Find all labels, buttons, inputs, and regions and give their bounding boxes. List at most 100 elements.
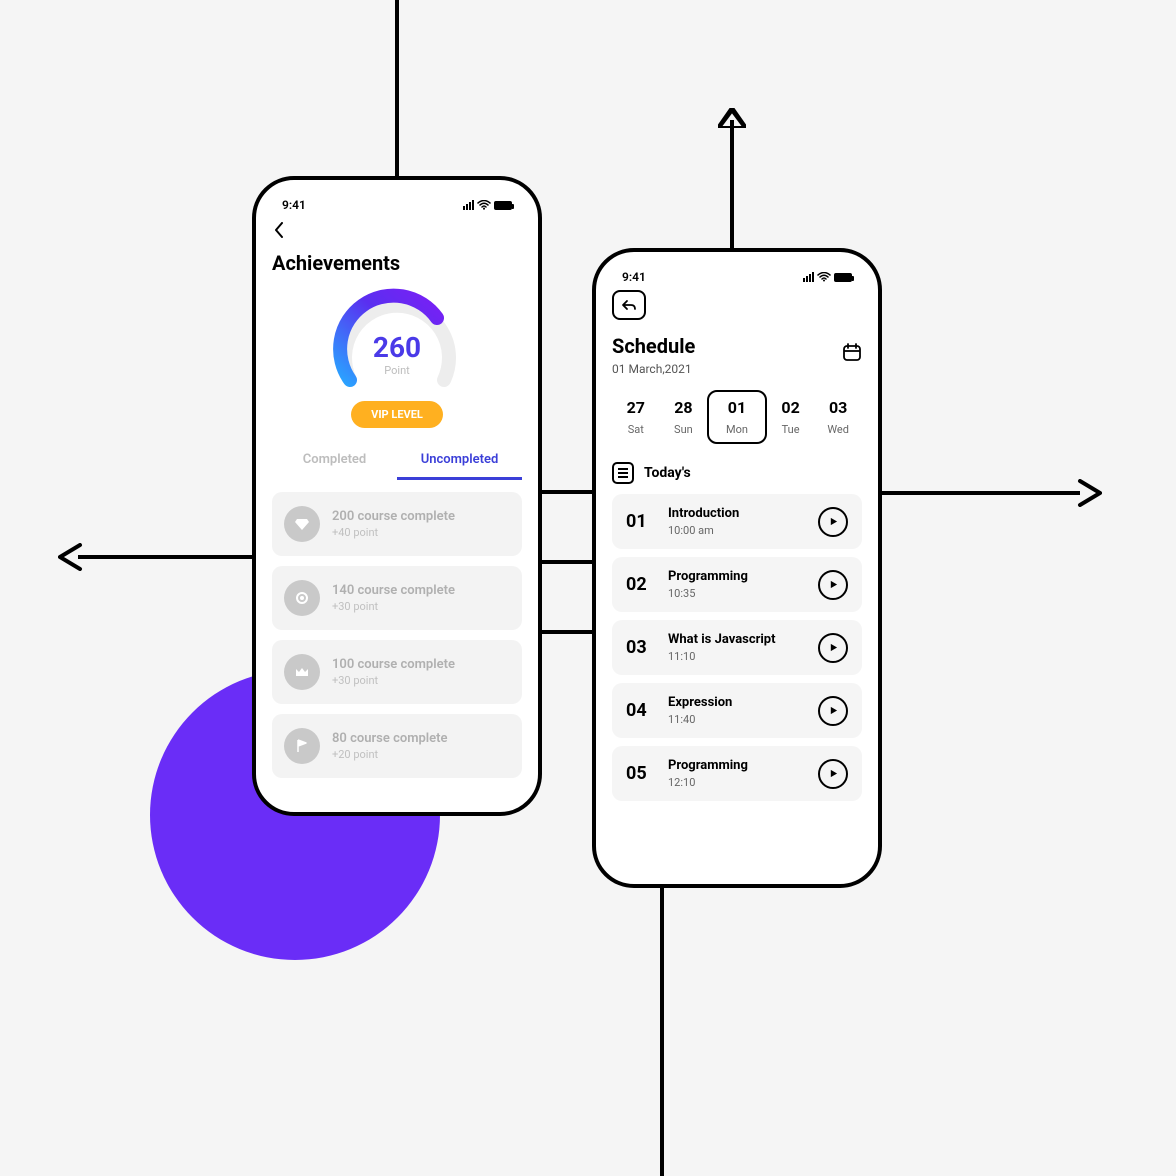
decoration-arrow bbox=[660, 886, 664, 1176]
achievement-text: 80 course complete+20 point bbox=[332, 731, 448, 761]
date-item[interactable]: 02 Tue bbox=[767, 398, 815, 436]
schedule-title: Programming bbox=[668, 569, 804, 584]
achievement-reward: +30 point bbox=[332, 600, 455, 613]
decoration-connector bbox=[540, 490, 594, 494]
date-number: 03 bbox=[814, 398, 862, 417]
achievement-text: 200 course complete +40 point bbox=[332, 509, 455, 539]
play-button[interactable] bbox=[818, 696, 848, 726]
decoration-arrow bbox=[78, 555, 254, 559]
decoration-connector bbox=[540, 630, 594, 634]
play-icon bbox=[829, 517, 838, 526]
flag-icon bbox=[284, 728, 320, 764]
achievement-list: 200 course complete +40 point 140 course c… bbox=[272, 492, 522, 778]
achievement-title: 80 course complete bbox=[332, 731, 448, 746]
schedule-number: 01 bbox=[626, 511, 654, 532]
schedule-number: 05 bbox=[626, 763, 654, 784]
today-header: Today's bbox=[612, 462, 862, 484]
schedule-title: What is Javascript bbox=[668, 632, 804, 647]
date-day: Sat bbox=[612, 423, 660, 436]
achievement-card[interactable]: 140 course complete+30 point bbox=[272, 566, 522, 630]
date-number: 28 bbox=[660, 398, 708, 417]
play-button[interactable] bbox=[818, 759, 848, 789]
schedule-card[interactable]: 01 Introduction 10:00 am bbox=[612, 494, 862, 549]
date-day: Mon bbox=[713, 423, 761, 436]
achievement-title: 200 course complete bbox=[332, 509, 455, 524]
phone-schedule: 9:41 Schedule 01 March,2021 27Sat28Sun01… bbox=[592, 248, 882, 888]
back-button[interactable] bbox=[612, 290, 646, 320]
date-number: 27 bbox=[612, 398, 660, 417]
calendar-icon bbox=[842, 342, 862, 362]
today-label: Today's bbox=[644, 465, 691, 481]
play-button[interactable] bbox=[818, 570, 848, 600]
schedule-card[interactable]: 03 What is Javascript 11:10 bbox=[612, 620, 862, 675]
schedule-info: Programming 10:35 bbox=[668, 569, 804, 600]
achievement-text: 100 course complete +30 point bbox=[332, 657, 455, 687]
play-button[interactable] bbox=[818, 507, 848, 537]
schedule-time: 11:10 bbox=[668, 650, 804, 663]
vip-level-button[interactable]: VIP LEVEL bbox=[351, 401, 443, 428]
date-day: Tue bbox=[767, 423, 815, 436]
achievement-text: 140 course complete+30 point bbox=[332, 583, 455, 613]
date-strip: 27 Sat28 Sun 01 Mon 02 Tue 03 Wed bbox=[612, 390, 862, 444]
crown-icon bbox=[284, 654, 320, 690]
decoration-arrow bbox=[880, 491, 1080, 495]
heart-icon bbox=[284, 580, 320, 616]
battery-icon bbox=[834, 273, 852, 282]
schedule-header: Schedule 01 March,2021 bbox=[612, 334, 862, 376]
schedule-time: 12:10 bbox=[668, 776, 804, 789]
date-day: Sun bbox=[660, 423, 708, 436]
achievement-title: 100 course complete bbox=[332, 657, 455, 672]
schedule-time: 11:40 bbox=[668, 713, 804, 726]
schedule-info: Expression11:40 bbox=[668, 695, 804, 726]
achievement-card[interactable]: 200 course complete +40 point bbox=[272, 492, 522, 556]
schedule-list: 01 Introduction 10:00 am 02 Programming 10:35… bbox=[612, 494, 862, 801]
gauge-label: Point bbox=[384, 364, 410, 377]
back-button[interactable] bbox=[274, 222, 522, 243]
status-bar: 9:41 bbox=[272, 198, 522, 218]
date-day: Wed bbox=[814, 423, 862, 436]
achievement-reward: +30 point bbox=[332, 674, 455, 687]
schedule-card[interactable]: 02 Programming 10:35 bbox=[612, 557, 862, 612]
calendar-button[interactable] bbox=[842, 342, 862, 366]
arrowhead-right-icon bbox=[1074, 479, 1102, 507]
points-gauge: 260 Point VIP LEVEL bbox=[272, 285, 522, 442]
tab-completed[interactable]: Completed bbox=[272, 442, 397, 480]
status-indicators bbox=[803, 272, 852, 282]
achievement-tabs: Completed Uncompleted bbox=[272, 442, 522, 480]
date-number: 01 bbox=[713, 398, 761, 417]
battery-icon bbox=[494, 201, 512, 210]
play-icon bbox=[829, 643, 838, 652]
schedule-card[interactable]: 04Expression11:40 bbox=[612, 683, 862, 738]
schedule-card[interactable]: 05 Programming12:10 bbox=[612, 746, 862, 801]
schedule-info: Introduction 10:00 am bbox=[668, 506, 804, 537]
play-icon bbox=[829, 769, 838, 778]
schedule-number: 03 bbox=[626, 637, 654, 658]
status-bar: 9:41 bbox=[612, 270, 862, 290]
date-item[interactable]: 03 Wed bbox=[814, 398, 862, 436]
achievement-card[interactable]: 80 course complete+20 point bbox=[272, 714, 522, 778]
page-title: Schedule bbox=[612, 334, 695, 358]
schedule-number: 02 bbox=[626, 574, 654, 595]
play-button[interactable] bbox=[818, 633, 848, 663]
page-title: Achievements bbox=[272, 251, 522, 275]
status-time: 9:41 bbox=[282, 198, 306, 212]
achievement-card[interactable]: 100 course complete +30 point bbox=[272, 640, 522, 704]
date-item[interactable]: 28 Sun bbox=[660, 398, 708, 436]
arrowhead-left-icon bbox=[58, 543, 86, 571]
arrowhead-up-icon bbox=[718, 108, 746, 128]
status-indicators bbox=[463, 200, 512, 210]
schedule-info: Programming12:10 bbox=[668, 758, 804, 789]
achievement-reward: +40 point bbox=[332, 526, 455, 539]
schedule-info: What is Javascript 11:10 bbox=[668, 632, 804, 663]
gauge-value: 260 bbox=[373, 331, 421, 364]
phone-achievements: 9:41 Achievements 260 Point VIP LEVEL C bbox=[252, 176, 542, 816]
schedule-time: 10:35 bbox=[668, 587, 804, 600]
date-number: 02 bbox=[767, 398, 815, 417]
schedule-title: Introduction bbox=[668, 506, 804, 521]
schedule-time: 10:00 am bbox=[668, 524, 804, 537]
tab-uncompleted[interactable]: Uncompleted bbox=[397, 442, 522, 480]
date-item[interactable]: 01 Mon bbox=[707, 390, 767, 444]
status-time: 9:41 bbox=[622, 270, 646, 284]
date-item[interactable]: 27 Sat bbox=[612, 398, 660, 436]
decoration-connector bbox=[540, 560, 594, 564]
